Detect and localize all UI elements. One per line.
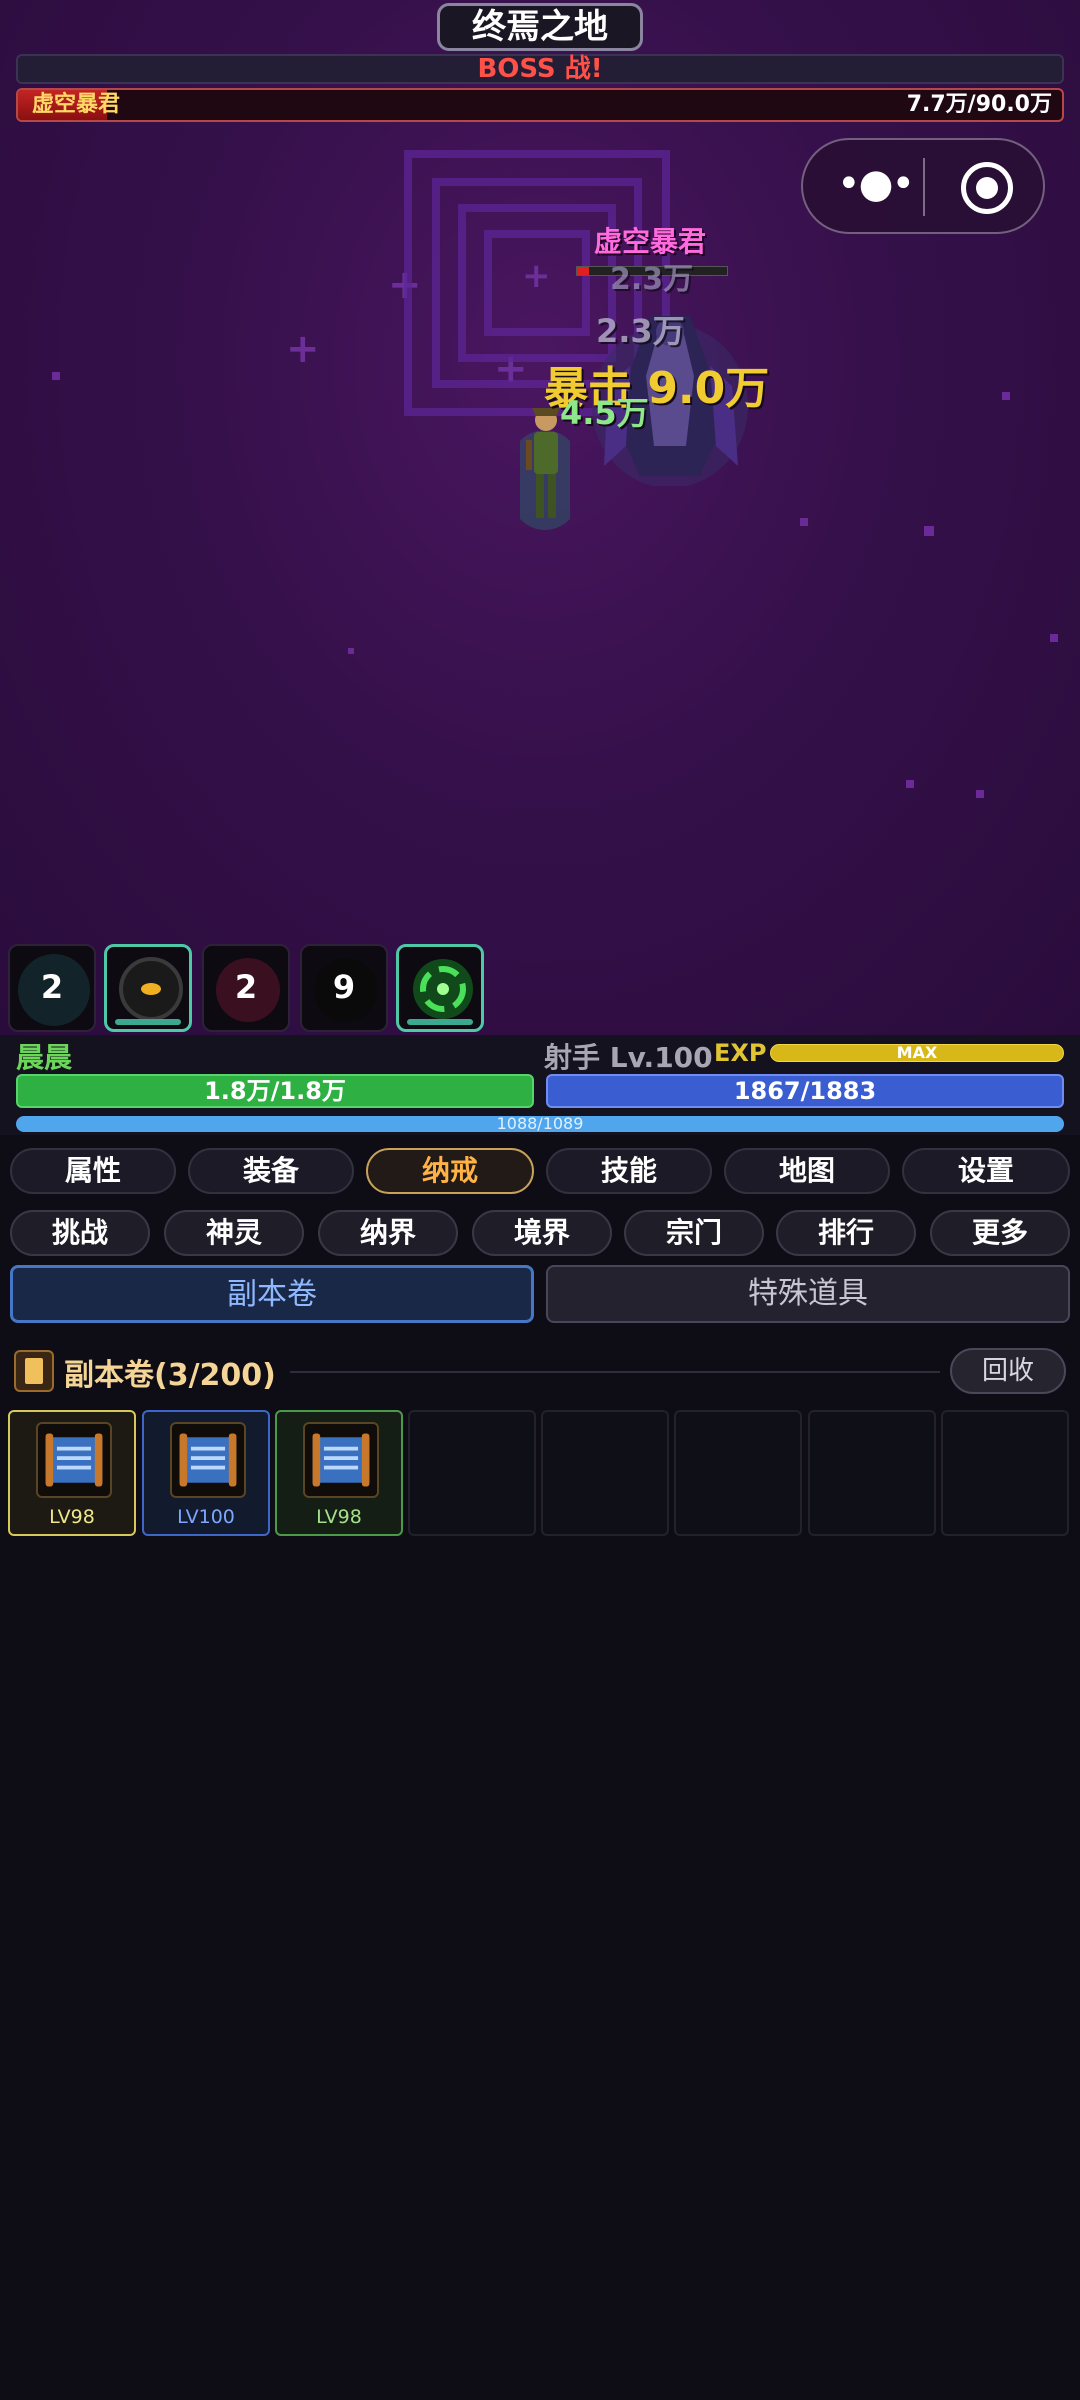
damage-number: 2.3万 xyxy=(596,312,685,350)
skill-cooldown: 2 xyxy=(234,968,258,1006)
secondary-bar: 1088/1089 xyxy=(16,1116,1064,1132)
heal-number: 4.5万 xyxy=(560,394,649,432)
exp-label: EXP xyxy=(714,1039,767,1067)
dungeon-scroll-icon xyxy=(170,1422,246,1498)
panel-tab-dungeon-scrolls[interactable]: 副本卷 xyxy=(10,1265,534,1323)
tab-map[interactable]: 地图 xyxy=(724,1148,890,1194)
dungeon-scroll-icon xyxy=(36,1422,112,1498)
inventory-slot[interactable]: LV98 xyxy=(8,1410,136,1536)
subtab-more[interactable]: 更多 xyxy=(930,1210,1070,1256)
boss-hp-bar: 虚空暴君 7.7万/90.0万 xyxy=(16,88,1064,122)
skill-ready-bar xyxy=(115,1019,181,1025)
skill-slot-1[interactable]: 2 xyxy=(8,944,96,1032)
damage-number: 2.3万 xyxy=(610,262,694,297)
skill-cooldown: 2 xyxy=(40,968,64,1006)
recycle-button[interactable]: 回收 xyxy=(950,1348,1066,1394)
skill-slot-5[interactable] xyxy=(396,944,484,1032)
skill-cooldown: 9 xyxy=(332,968,356,1006)
exp-bar: MAX xyxy=(770,1044,1064,1062)
item-level: LV98 xyxy=(316,1506,362,1528)
scroll-icon xyxy=(14,1350,54,1392)
skill-slot-4[interactable]: 9 xyxy=(300,944,388,1032)
hp-bar: 1.8万/1.8万 xyxy=(16,1074,534,1108)
subtab-deity[interactable]: 神灵 xyxy=(164,1210,304,1256)
inventory-slot[interactable]: LV98 xyxy=(275,1410,403,1536)
boss-hp-value: 7.7万/90.0万 xyxy=(906,92,1052,117)
section-title: 副本卷(3/200) xyxy=(64,1358,276,1393)
stage-title: 终焉之地 xyxy=(437,3,643,51)
skill-slot-2[interactable] xyxy=(104,944,192,1032)
more-menu-icon[interactable]: •●• xyxy=(837,164,915,206)
subtab-sect[interactable]: 宗门 xyxy=(624,1210,764,1256)
subtab-challenge[interactable]: 挑战 xyxy=(10,1210,150,1256)
tab-attributes[interactable]: 属性 xyxy=(10,1148,176,1194)
item-level: LV100 xyxy=(177,1506,235,1528)
inventory-slot-empty[interactable] xyxy=(808,1410,936,1536)
boss-battle-banner: BOSS 战! xyxy=(16,54,1064,84)
tab-equipment[interactable]: 装备 xyxy=(188,1148,354,1194)
subtab-ranking[interactable]: 排行 xyxy=(776,1210,916,1256)
close-target-icon[interactable] xyxy=(961,162,1013,214)
subtab-realm[interactable]: 境界 xyxy=(472,1210,612,1256)
mini-program-capsule: •●• xyxy=(801,138,1045,234)
skill-ready-bar xyxy=(407,1019,473,1025)
mp-bar: 1867/1883 xyxy=(546,1074,1064,1108)
dungeon-scroll-icon xyxy=(303,1422,379,1498)
inventory-slot-empty[interactable] xyxy=(541,1410,669,1536)
inventory-slot-empty[interactable] xyxy=(408,1410,536,1536)
player-class-level: 射手 Lv.100 xyxy=(544,1041,713,1074)
boss-hp-name: 虚空暴君 xyxy=(32,92,121,117)
item-level: LV98 xyxy=(49,1506,95,1528)
tab-storage-ring[interactable]: 纳戒 xyxy=(366,1148,534,1194)
player-name: 晨晨 xyxy=(16,1041,73,1074)
tab-skills[interactable]: 技能 xyxy=(546,1148,712,1194)
tab-settings[interactable]: 设置 xyxy=(902,1148,1070,1194)
section-divider xyxy=(290,1371,940,1373)
inventory-slot-empty[interactable] xyxy=(941,1410,1069,1536)
panel-tab-special-items[interactable]: 特殊道具 xyxy=(546,1265,1070,1323)
capsule-divider xyxy=(923,158,925,216)
inventory-slot-empty[interactable] xyxy=(674,1410,802,1536)
skill-slot-3[interactable]: 2 xyxy=(202,944,290,1032)
subtab-realm-world[interactable]: 纳界 xyxy=(318,1210,458,1256)
enemy-hp-fill xyxy=(577,267,589,275)
inventory-slot[interactable]: LV100 xyxy=(142,1410,270,1536)
